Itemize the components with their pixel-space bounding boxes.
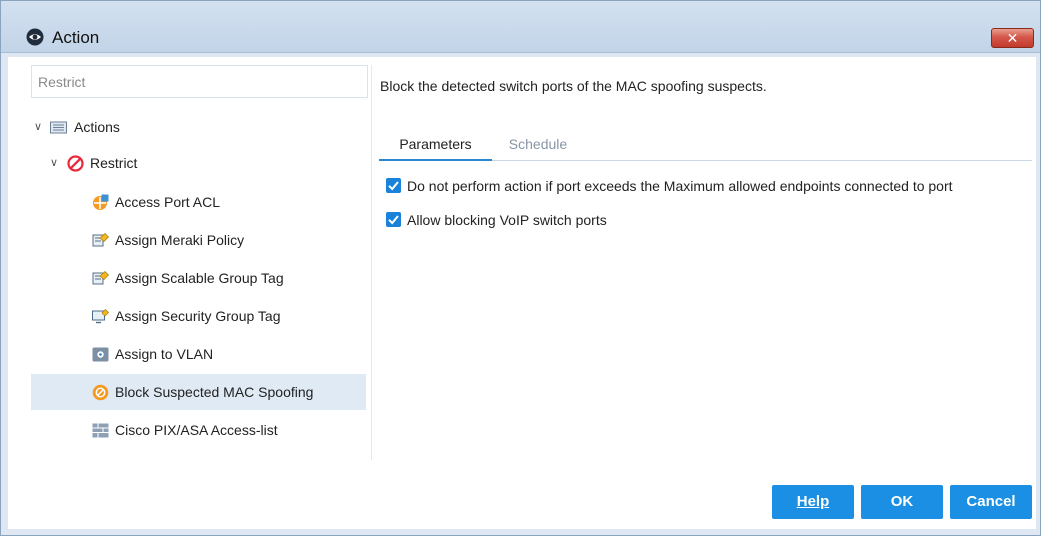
list-icon	[50, 121, 67, 134]
dialog-content: ∨ Actions ∨ Restrict	[8, 57, 1036, 529]
tree-item-label: Assign Meraki Policy	[115, 232, 245, 248]
title-bar[interactable]: Action ✕	[1, 1, 1040, 53]
tree-item-label: Cisco PIX/ASA Access-list	[115, 422, 278, 438]
allow-voip-checkbox[interactable]	[386, 212, 401, 227]
tab-strip: Parameters Schedule	[379, 131, 1032, 161]
tree-search-input[interactable]	[31, 65, 368, 98]
tree-item-cisco-pix-asa-access-list[interactable]: Cisco PIX/ASA Access-list	[31, 412, 366, 448]
policy-tag-icon	[92, 233, 109, 247]
tree-item-block-suspected-mac-spoofing[interactable]: Block Suspected MAC Spoofing	[31, 374, 366, 410]
block-spoof-icon	[92, 384, 109, 401]
tab-parameters[interactable]: Parameters	[379, 131, 492, 161]
help-button-label: Help	[796, 493, 830, 510]
help-button[interactable]: Help	[772, 485, 854, 519]
chevron-down-icon[interactable]: ∨	[48, 145, 60, 181]
tree-node-label: Actions	[74, 119, 120, 135]
monitor-tag-icon	[92, 309, 109, 324]
tree-item-assign-meraki-policy[interactable]: Assign Meraki Policy	[31, 222, 366, 258]
max-endpoints-checkbox[interactable]	[386, 178, 401, 193]
tree-item-label: Block Suspected MAC Spoofing	[115, 384, 314, 400]
action-dialog: Action ✕ ∨ Actions ∨	[0, 0, 1041, 536]
dialog-title: Action	[52, 28, 100, 47]
firewall-grid-icon	[92, 423, 109, 438]
tree-node-actions[interactable]: ∨ Actions	[31, 109, 361, 145]
tree-item-label: Assign Security Group Tag	[115, 308, 281, 324]
checkmark-icon	[388, 181, 399, 191]
option-label: Do not perform action if port exceeds th…	[407, 178, 953, 194]
policy-tag-icon	[92, 271, 109, 285]
prohibited-icon	[67, 155, 84, 172]
tree-item-assign-security-group-tag[interactable]: Assign Security Group Tag	[31, 298, 366, 334]
chevron-down-icon[interactable]: ∨	[32, 109, 44, 145]
checkmark-icon	[388, 215, 399, 225]
option-label: Allow blocking VoIP switch ports	[407, 212, 607, 228]
vlan-icon	[92, 347, 109, 362]
action-tree-panel: ∨ Actions ∨ Restrict	[31, 65, 373, 460]
tree-item-label: Assign Scalable Group Tag	[115, 270, 284, 286]
tree-node-restrict[interactable]: ∨ Restrict	[31, 145, 361, 181]
tree-item-assign-scalable-group-tag[interactable]: Assign Scalable Group Tag	[31, 260, 366, 296]
tree-item-assign-to-vlan[interactable]: Assign to VLAN	[31, 336, 366, 372]
eye-icon	[26, 28, 44, 46]
action-description: Block the detected switch ports of the M…	[380, 78, 767, 94]
acl-icon	[93, 194, 109, 210]
tree-node-label: Restrict	[90, 155, 138, 171]
close-button[interactable]: ✕	[991, 28, 1034, 48]
tree-item-label: Access Port ACL	[115, 194, 221, 210]
tree-item-access-port-acl[interactable]: Access Port ACL	[31, 184, 366, 220]
tree-item-label: Assign to VLAN	[115, 346, 214, 362]
tab-schedule[interactable]: Schedule	[492, 131, 584, 161]
action-detail-panel: Block the detected switch ports of the M…	[372, 65, 1032, 460]
cancel-button[interactable]: Cancel	[950, 485, 1032, 519]
ok-button[interactable]: OK	[861, 485, 943, 519]
